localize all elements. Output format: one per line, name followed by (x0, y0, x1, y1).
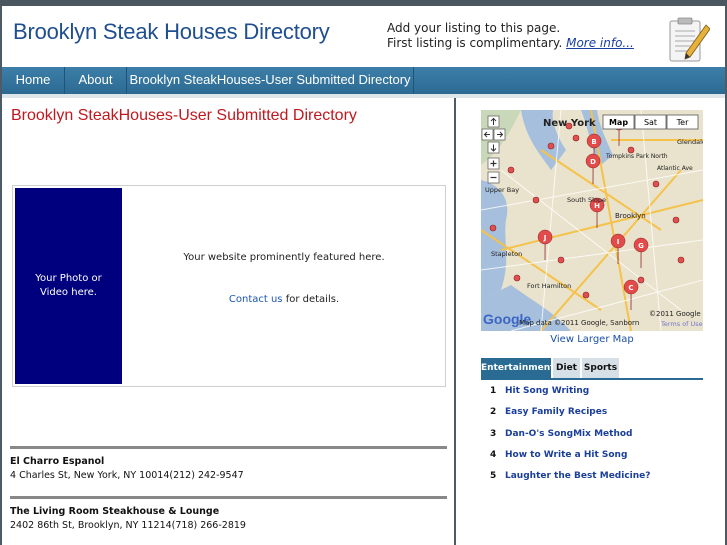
tab-entertainment[interactable]: Entertainment (481, 358, 554, 378)
svg-text:Upper Bay: Upper Bay (485, 186, 519, 194)
site-header: Brooklyn Steak Houses Directory Add your… (2, 6, 725, 67)
contact-us-link[interactable]: Contact us (229, 294, 283, 305)
nav-directory[interactable]: Brooklyn SteakHouses-User Submitted Dire… (127, 67, 414, 94)
view-larger-map-link[interactable]: View Larger Map (481, 334, 703, 345)
svg-text:B: B (591, 138, 596, 146)
photo-line-1: Your Photo or (35, 273, 102, 284)
list-item[interactable]: 4 How to Write a Hit Song (481, 444, 703, 465)
map-label-new-york: New York (543, 118, 596, 129)
svg-text:Tompkins Park North: Tompkins Park North (605, 153, 668, 160)
svg-text:Fort Hamilton: Fort Hamilton (527, 282, 571, 290)
list-item[interactable]: 3 Dan-O's SongMix Method (481, 423, 703, 444)
contact-line: Contact us for details. (228, 294, 340, 305)
listing-name: El Charro Espanol (10, 456, 105, 467)
promo-line-2: First listing is complimentary. More inf… (387, 36, 634, 50)
svg-text:Ter: Ter (676, 118, 689, 127)
notepad-pencil-icon (669, 17, 710, 62)
svg-text:Glendale: Glendale (677, 138, 703, 146)
nav-about[interactable]: About (65, 67, 127, 94)
svg-text:Map: Map (609, 118, 628, 127)
category-tabs: Entertainment Diet Sports (481, 358, 703, 378)
promo-line-1: Add your listing to this page. (387, 21, 561, 35)
svg-text:D: D (590, 158, 596, 166)
listing-address: 2402 86th St, Brooklyn, NY 11214(718) 26… (10, 520, 246, 531)
svg-text:©2011 Google -: ©2011 Google - (649, 310, 703, 318)
main-nav: Home About Brooklyn SteakHouses-User Sub… (2, 67, 725, 94)
svg-text:G: G (638, 242, 644, 250)
svg-text:I: I (617, 238, 620, 246)
more-info-link[interactable]: More info... (566, 36, 634, 50)
svg-text:South Slope: South Slope (567, 196, 606, 204)
list-item[interactable]: 2 Easy Family Recipes (481, 401, 703, 422)
svg-text:Sat: Sat (644, 118, 657, 127)
svg-text:Map data ©2011 Google, Sanborn: Map data ©2011 Google, Sanborn (519, 319, 639, 327)
svg-text:Stapleton: Stapleton (491, 250, 522, 258)
svg-text:J: J (543, 234, 547, 242)
map-type-controls: Map Sat Ter (602, 114, 699, 130)
main-content: Brooklyn SteakHouses-User Submitted Dire… (2, 98, 454, 545)
list-item[interactable]: 1 Hit Song Writing (481, 380, 703, 401)
photo-line-2: Video here. (40, 287, 97, 298)
promo-block: Add your listing to this page. First lis… (387, 21, 634, 51)
site-title[interactable]: Brooklyn Steak Houses Directory (13, 19, 330, 45)
photo-placeholder[interactable]: Your Photo or Video here. (15, 188, 122, 384)
feature-text: Your website prominently featured here. (183, 252, 385, 263)
svg-text:C: C (628, 284, 633, 292)
page-title: Brooklyn SteakHouses-User Submitted Dire… (11, 107, 357, 124)
embedded-map[interactable]: A B D H J I G C New York Tompkins Park N… (481, 110, 703, 331)
nav-home[interactable]: Home (2, 67, 65, 94)
map-canvas[interactable]: A B D H J I G C New York Tompkins Park N… (481, 110, 703, 331)
svg-text:Brooklyn: Brooklyn (615, 212, 646, 220)
list-item[interactable]: 5 Laughter the Best Medicine? (481, 465, 703, 486)
tab-diet[interactable]: Diet (553, 358, 580, 378)
listing-item: The Living Room Steakhouse & Lounge 2402… (10, 496, 447, 531)
listing-address: 4 Charles St, New York, NY 10014(212) 24… (10, 470, 244, 481)
terms-of-use-link: Terms of Use (660, 320, 703, 328)
top-list: 1 Hit Song Writing 2 Easy Family Recipes 3… (481, 378, 703, 490)
listing-name: The Living Room Steakhouse & Lounge (10, 506, 220, 517)
tab-sports[interactable]: Sports (582, 358, 619, 378)
listing-item: El Charro Espanol 4 Charles St, New York… (10, 446, 447, 481)
svg-text:Atlantic Ave: Atlantic Ave (657, 165, 693, 172)
featured-listing-box: Your Photo or Video here. Your website pr… (12, 185, 446, 387)
sidebar: A B D H J I G C New York Tompkins Park N… (456, 98, 725, 545)
